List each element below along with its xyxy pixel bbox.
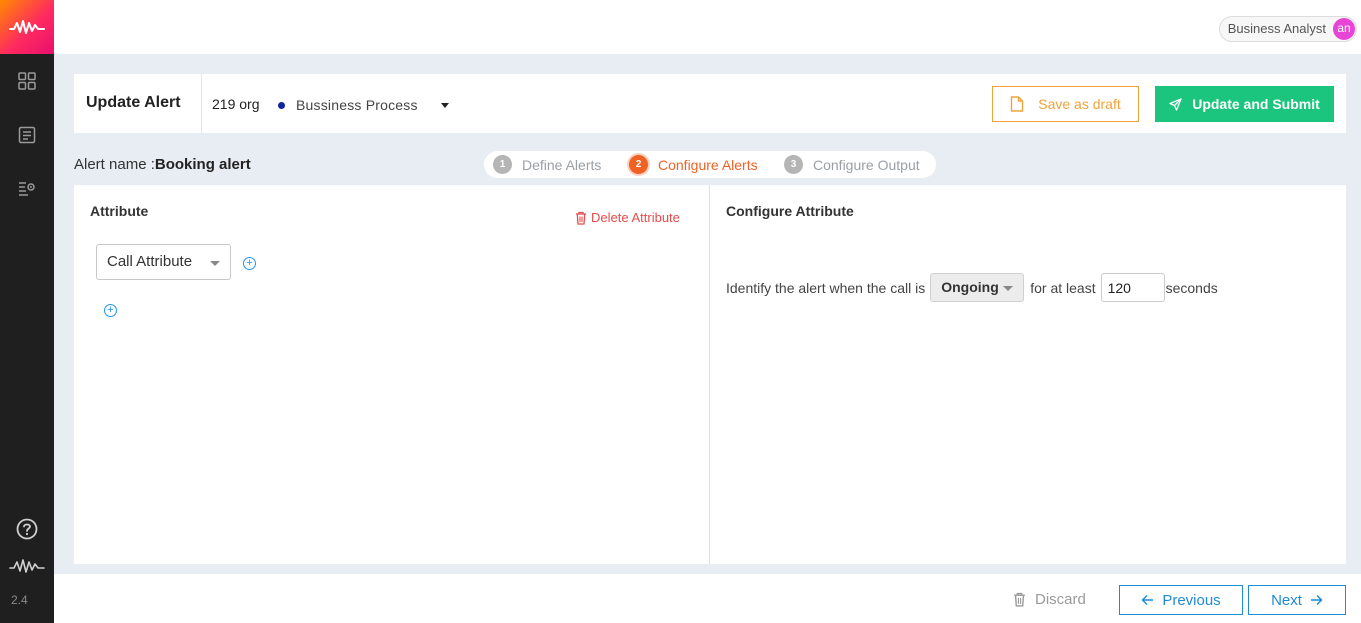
- save-draft-button[interactable]: Save as draft: [992, 86, 1139, 122]
- alert-name-label: Alert name :: [74, 156, 155, 173]
- org-name: 219 org: [212, 96, 260, 112]
- save-draft-label: Save as draft: [1038, 96, 1121, 112]
- arrow-right-icon: [1310, 594, 1323, 606]
- step-number: 1: [493, 155, 512, 174]
- next-label: Next: [1271, 591, 1302, 609]
- call-attribute-value: Call Attribute: [107, 253, 193, 270]
- help-circle-icon[interactable]: [16, 518, 38, 540]
- settings-list-icon[interactable]: [17, 178, 37, 198]
- app-logo[interactable]: [0, 0, 54, 54]
- step-number: 2: [629, 155, 648, 174]
- configure-attribute-title: Configure Attribute: [726, 203, 854, 219]
- configure-sentence: Identify the alert when the call is Ongo…: [726, 273, 1218, 302]
- discard-label: Discard: [1035, 591, 1086, 608]
- caret-down-icon: [210, 261, 220, 266]
- header-card: Update Alert 219 org Bussiness Process S…: [74, 74, 1346, 133]
- caret-down-icon: [1003, 286, 1014, 291]
- discard-button[interactable]: Discard: [1013, 591, 1086, 608]
- add-attribute-icon[interactable]: +: [104, 304, 117, 317]
- send-icon: [1169, 97, 1182, 111]
- next-button[interactable]: Next: [1248, 585, 1346, 615]
- sidebar: 2.4: [0, 0, 54, 623]
- topbar: Business Analyst an: [54, 0, 1361, 54]
- update-submit-button[interactable]: Update and Submit: [1155, 86, 1334, 122]
- app-version: 2.4: [11, 593, 28, 607]
- delete-attribute-label: Delete Attribute: [591, 210, 680, 225]
- call-state-value: Ongoing: [941, 279, 999, 295]
- step-label: Configure Alerts: [658, 156, 758, 173]
- call-state-select[interactable]: Ongoing: [930, 273, 1025, 302]
- title-divider: [201, 74, 202, 133]
- trash-icon: [1014, 592, 1025, 607]
- user-role: Business Analyst: [1227, 21, 1326, 36]
- step-define-alerts[interactable]: 1 Define Alerts: [493, 155, 601, 174]
- trash-icon: [576, 211, 586, 225]
- attribute-title: Attribute: [90, 203, 149, 219]
- step-configure-alerts[interactable]: 2 Configure Alerts: [629, 155, 758, 174]
- caret-down-icon[interactable]: [441, 103, 449, 108]
- step-number: 3: [784, 155, 803, 174]
- alert-name-value: Booking alert: [154, 156, 251, 173]
- process-status-dot: [278, 102, 285, 109]
- sentence-suffix: seconds: [1165, 279, 1218, 296]
- sentence-middle: for at least: [1030, 279, 1096, 296]
- panel-divider: [709, 185, 710, 564]
- alert-name: Alert name :Booking alert: [74, 156, 251, 173]
- stepper: 1 Define Alerts 2 Configure Alerts 3 Con…: [484, 151, 936, 178]
- add-condition-icon[interactable]: +: [243, 257, 256, 270]
- process-name[interactable]: Bussiness Process: [296, 97, 418, 113]
- dashboard-grid-icon[interactable]: [17, 71, 37, 91]
- footer: Discard Previous Next: [54, 574, 1361, 623]
- step-configure-output[interactable]: 3 Configure Output: [784, 155, 920, 174]
- call-attribute-select[interactable]: Call Attribute: [96, 244, 231, 280]
- file-icon: [1011, 96, 1024, 112]
- update-submit-label: Update and Submit: [1192, 96, 1320, 112]
- delete-attribute-button[interactable]: Delete Attribute: [575, 210, 680, 225]
- page-title: Update Alert: [86, 94, 181, 111]
- waveform-logo-icon: [9, 20, 45, 34]
- user-menu[interactable]: Business Analyst an: [1218, 16, 1357, 42]
- step-label: Define Alerts: [522, 156, 602, 173]
- previous-button[interactable]: Previous: [1119, 585, 1243, 615]
- main-panel: Attribute Delete Attribute Call Attribut…: [74, 185, 1346, 564]
- arrow-left-icon: [1141, 594, 1154, 606]
- document-list-icon[interactable]: [17, 125, 37, 145]
- sentence-prefix: Identify the alert when the call is: [726, 279, 926, 296]
- avatar: an: [1333, 18, 1355, 40]
- seconds-input[interactable]: [1100, 273, 1165, 302]
- waveform-icon: [9, 556, 45, 576]
- previous-label: Previous: [1162, 591, 1221, 609]
- step-label: Configure Output: [813, 156, 920, 173]
